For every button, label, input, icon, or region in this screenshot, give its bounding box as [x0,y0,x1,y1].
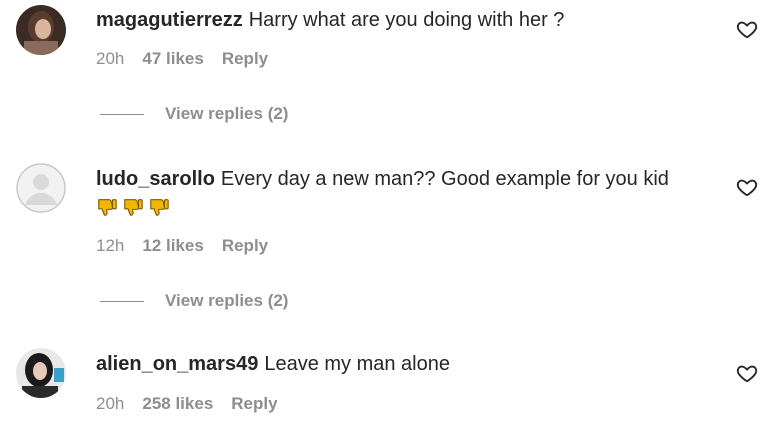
view-replies-button[interactable]: View replies (2) [100,291,288,311]
comment-timestamp: 20h [96,394,125,413]
comment-text: Leave my man alone [264,353,450,375]
comment-text-line: alien_on_mars49 Leave my man alone [96,351,700,377]
reply-button[interactable]: Reply [222,236,268,256]
comment-timestamp: 12h [96,236,125,255]
comment-text-line: magagutierrezz Harry what are you doing w… [96,7,700,33]
comment-meta: 20h 258 likes Reply [96,394,278,414]
thumbs-down-emoji-icon [98,199,117,216]
like-count[interactable]: 258 likes [142,394,213,414]
reply-button[interactable]: Reply [231,394,277,414]
avatar[interactable] [16,5,66,55]
heart-outline-icon[interactable] [736,18,758,40]
view-replies-button[interactable]: View replies (2) [100,104,288,124]
comment-text-line: ludo_sarollo Every day a new man?? Good e… [96,166,700,192]
comment-username[interactable]: magagutierrezz [96,9,243,31]
like-count[interactable]: 47 likes [142,49,203,69]
comment-username[interactable]: ludo_sarollo [96,168,215,190]
heart-outline-icon[interactable] [736,362,758,384]
comment-meta: 12h 12 likes Reply [96,236,268,256]
comment-timestamp: 20h [96,49,125,68]
avatar[interactable] [16,348,66,398]
comment-text: Every day a new man?? Good example for y… [220,168,669,190]
thumbs-down-emoji-icon [150,199,169,216]
divider [100,113,144,115]
comment-meta: 20h 47 likes Reply [96,49,268,69]
heart-outline-icon[interactable] [736,176,758,198]
default-avatar-icon[interactable] [16,163,66,213]
divider [100,300,144,302]
comment-username[interactable]: alien_on_mars49 [96,353,258,375]
like-count[interactable]: 12 likes [142,236,203,256]
emoji-row [96,196,700,218]
view-replies-label: View replies (2) [165,104,289,123]
view-replies-label: View replies (2) [165,291,289,310]
comment-text: Harry what are you doing with her ? [248,9,565,31]
reply-button[interactable]: Reply [222,49,268,69]
thumbs-down-emoji-icon [124,199,143,216]
